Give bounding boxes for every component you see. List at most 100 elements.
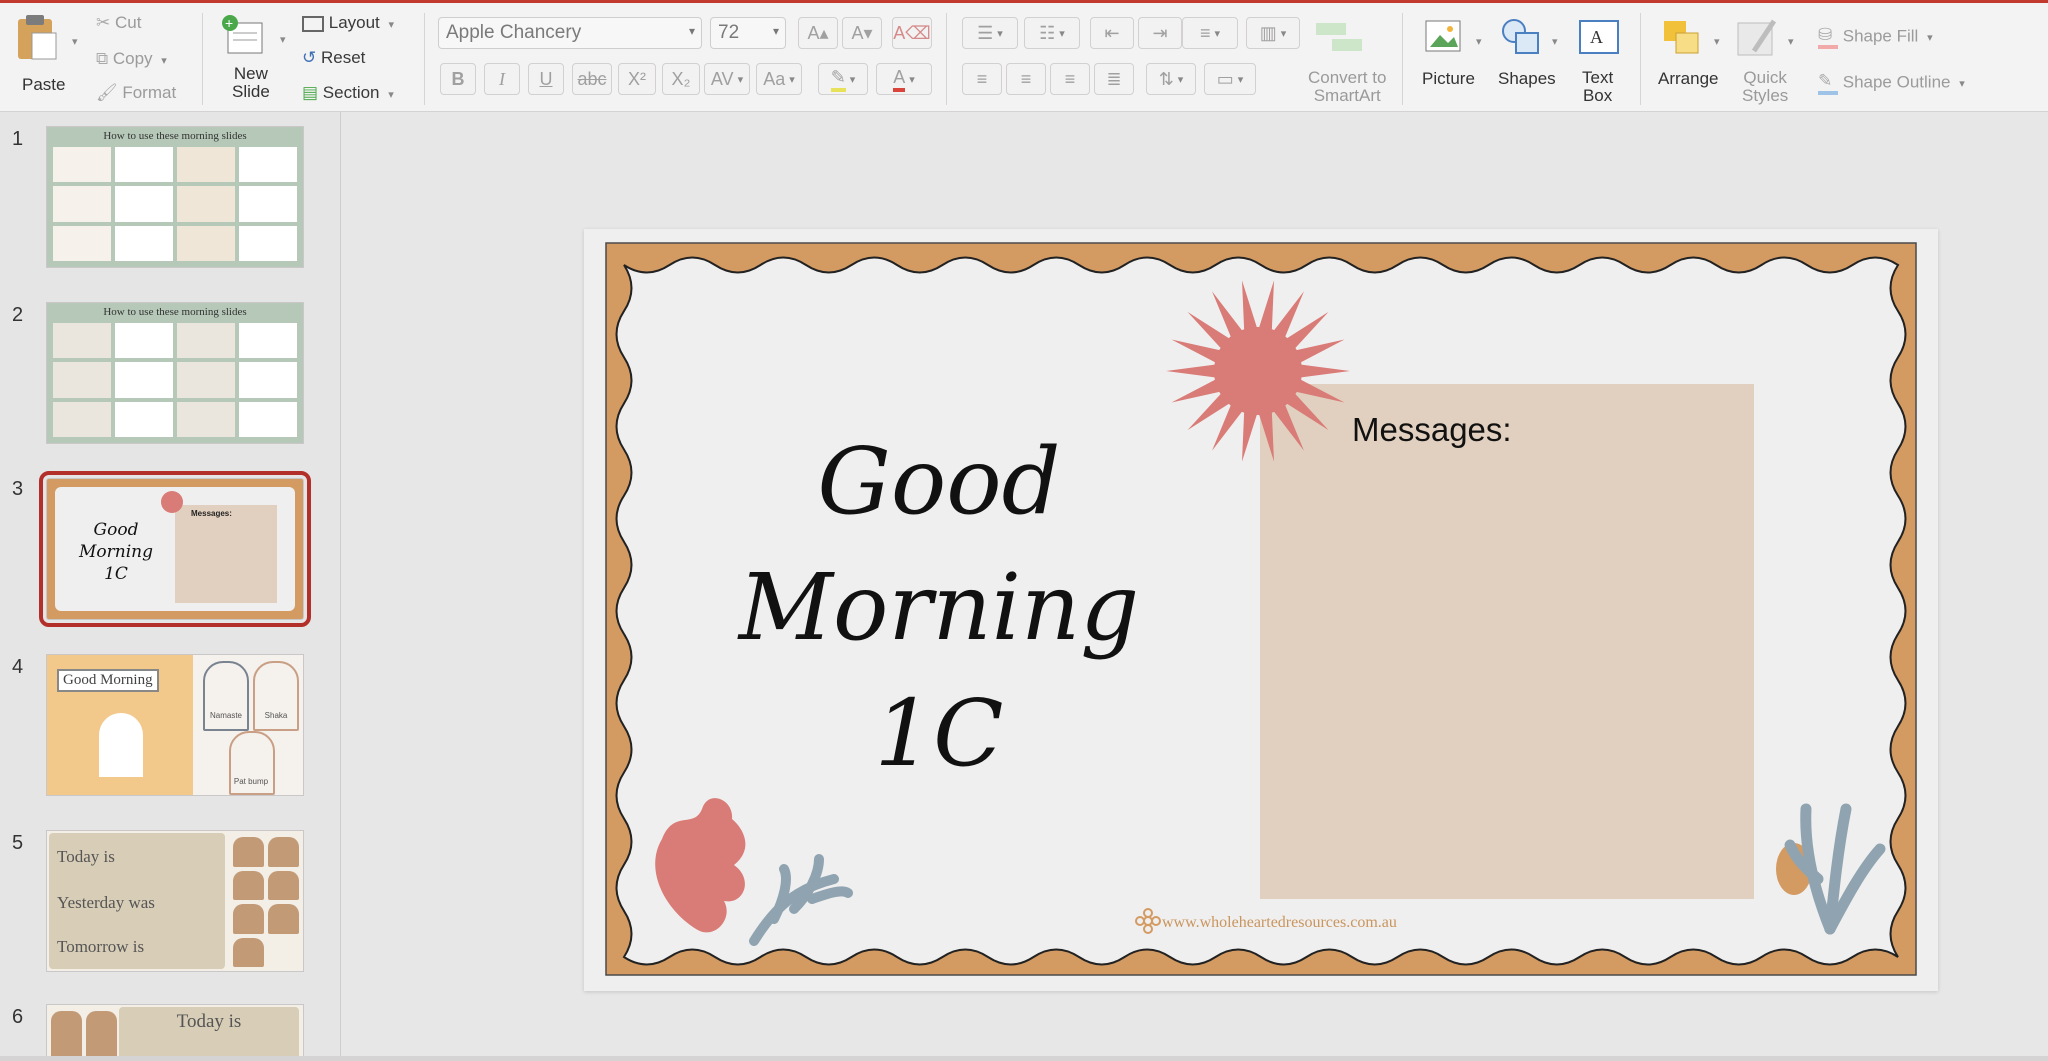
slide-number: 2 — [12, 304, 24, 326]
slide-number: 6 — [12, 1006, 24, 1028]
shape-fill-button[interactable]: ⛁ Shape Fill ▾ — [1818, 25, 1933, 49]
slide-title[interactable]: Good Morning 1C — [714, 419, 1164, 797]
font-size-select[interactable]: 72 ▾ — [710, 17, 786, 49]
arrange-dropdown-icon[interactable]: ▾ — [1714, 35, 1720, 48]
format-label: Format — [122, 83, 177, 102]
font-family-value: Apple Chancery — [446, 22, 582, 43]
reset-icon: ↺ — [302, 48, 317, 67]
underline-button[interactable]: U — [528, 63, 564, 95]
slide-thumbnail-5[interactable]: Today is Yesterday was Tomorrow is — [46, 830, 304, 972]
paste-dropdown-icon[interactable]: ▾ — [72, 35, 78, 48]
slide-thumbnail-6[interactable]: Today is — [46, 1004, 304, 1061]
change-case-button[interactable]: Aa ▾ — [756, 63, 802, 95]
bullets-button[interactable]: ☰ ▾ — [962, 17, 1018, 49]
bold-icon: B — [451, 68, 465, 89]
bold-button[interactable]: B — [440, 63, 476, 95]
new-slide-button[interactable]: + New Slide — [220, 13, 286, 109]
justify-button[interactable]: ≣ — [1094, 63, 1134, 95]
picture-button[interactable]: Picture — [1422, 69, 1475, 89]
shapes-dropdown-icon[interactable]: ▾ — [1552, 35, 1558, 48]
numbering-button[interactable]: ☷ ▾ — [1024, 17, 1080, 49]
thumbnail-heading: How to use these morning slides — [103, 306, 247, 318]
align-left-icon: ≡ — [976, 68, 988, 89]
new-slide-dropdown-icon[interactable]: ▾ — [280, 33, 286, 46]
convert-smartart-icon — [1312, 19, 1372, 60]
align-text-button[interactable]: ▭ ▾ — [1204, 63, 1256, 95]
font-grow-icon: A▴ — [807, 22, 829, 43]
slide-thumbnail-1[interactable]: How to use these morning slides — [46, 126, 304, 268]
thumbnail-card — [203, 661, 249, 731]
font-family-select[interactable]: Apple Chancery ▾ — [438, 17, 702, 49]
increase-font-size-button[interactable]: A▴ — [798, 17, 838, 49]
svg-text:A: A — [1590, 27, 1603, 47]
new-slide-label: New Slide — [232, 64, 270, 101]
sun-center — [1214, 327, 1302, 415]
justify-icon: ≣ — [1106, 68, 1122, 89]
align-right-button[interactable]: ≡ — [1050, 63, 1090, 95]
picture-dropdown-icon[interactable]: ▾ — [1476, 35, 1482, 48]
section-dropdown-icon: ▾ — [388, 89, 394, 101]
numbered-list-icon: ☷ — [1039, 22, 1056, 43]
text-box-button[interactable]: Text Box — [1582, 69, 1613, 105]
format-painter-button[interactable]: 🖌 Format — [96, 83, 176, 103]
text-direction-button[interactable]: ⇅ ▾ — [1146, 63, 1196, 95]
paste-button[interactable]: ▾ Paste — [14, 13, 78, 94]
clear-formatting-button[interactable]: A⌫ — [892, 17, 932, 49]
strikethrough-button[interactable]: abc — [572, 63, 612, 95]
thumbnail-card-label: Namaste — [209, 711, 242, 720]
chevron-down-icon: ▾ — [772, 24, 779, 38]
slide-thumbnails-panel[interactable]: 1 How to use these morning slides 2 How … — [0, 112, 341, 1061]
messages-label[interactable]: Messages: — [1352, 411, 1512, 449]
decrease-font-size-button[interactable]: A▾ — [842, 17, 882, 49]
slide-thumbnail-2[interactable]: How to use these morning slides — [46, 302, 304, 444]
cut-button[interactable]: ✂ Cut — [96, 13, 141, 33]
section-button[interactable]: ▤ Section ▾ — [302, 83, 394, 103]
increase-indent-button[interactable]: ⇥ — [1138, 17, 1182, 49]
convert-to-smartart-button[interactable]: Convert to SmartArt — [1308, 69, 1386, 105]
layout-button[interactable]: Layout ▾ — [302, 13, 394, 33]
shapes-button[interactable]: Shapes — [1498, 69, 1556, 89]
thumbnail-grid — [53, 147, 297, 261]
quick-styles-dropdown-icon[interactable]: ▾ — [1788, 35, 1794, 48]
separator — [946, 13, 947, 105]
slide-thumbnail-4[interactable]: Good Morning Namaste Shaka Pat bump — [46, 654, 304, 796]
thumbnail-day-cards — [51, 1011, 117, 1061]
slide-number: 4 — [12, 656, 24, 678]
columns-button[interactable]: ▥ ▾ — [1246, 17, 1300, 49]
align-center-button[interactable]: ≡ — [1006, 63, 1046, 95]
shape-outline-button[interactable]: ✎ Shape Outline ▾ — [1818, 71, 1965, 95]
svg-text:+: + — [225, 15, 233, 31]
arrange-button[interactable]: Arrange — [1658, 69, 1718, 89]
align-left-button[interactable]: ≡ — [962, 63, 1002, 95]
website-text: www.wholeheartedresources.com.au — [1162, 914, 1397, 931]
line-spacing-icon: ≡ — [1199, 22, 1211, 43]
indent-icon: ⇥ — [1152, 22, 1168, 43]
quick-styles-button[interactable]: Quick Styles — [1742, 69, 1788, 105]
superscript-button[interactable]: X² — [618, 63, 656, 95]
thumbnail-heading: Good Morning 1C — [79, 520, 153, 584]
outdent-icon: ⇤ — [1104, 22, 1120, 43]
copy-button[interactable]: ⧉ Copy ▾ — [96, 49, 167, 69]
chevron-down-icon: ▾ — [1927, 32, 1933, 45]
slide-thumbnail-3[interactable]: Messages: Good Morning 1C — [39, 471, 311, 627]
highlighter-icon: ✎ — [830, 67, 846, 92]
line-spacing-button[interactable]: ≡ ▾ — [1182, 17, 1238, 49]
align-center-icon: ≡ — [1020, 68, 1032, 89]
strikethrough-icon: abc — [577, 68, 607, 89]
copy-dropdown-icon[interactable]: ▾ — [161, 55, 167, 67]
shape-fill-label: Shape Fill — [1842, 26, 1919, 46]
subscript-button[interactable]: X₂ — [662, 63, 700, 95]
scissors-icon: ✂ — [96, 13, 111, 32]
decrease-indent-button[interactable]: ⇤ — [1090, 17, 1134, 49]
highlight-color-button[interactable]: ✎ ▾ — [818, 63, 868, 95]
ribbon-toolbar: ▾ Paste ✂ Cut ⧉ Copy ▾ 🖌 Format + New Sl… — [0, 3, 2048, 112]
italic-button[interactable]: I — [484, 63, 520, 95]
separator — [202, 13, 203, 105]
columns-icon: ▥ — [1259, 22, 1277, 43]
text-box-icon: A — [1578, 17, 1620, 62]
brush-icon: 🖌 — [96, 83, 118, 102]
font-color-button[interactable]: A ▾ — [876, 63, 932, 95]
current-slide[interactable]: Good Morning 1C Messages: www.wholeheart… — [584, 229, 1938, 991]
reset-button[interactable]: ↺ Reset — [302, 48, 365, 68]
character-spacing-button[interactable]: AV ▾ — [704, 63, 750, 95]
